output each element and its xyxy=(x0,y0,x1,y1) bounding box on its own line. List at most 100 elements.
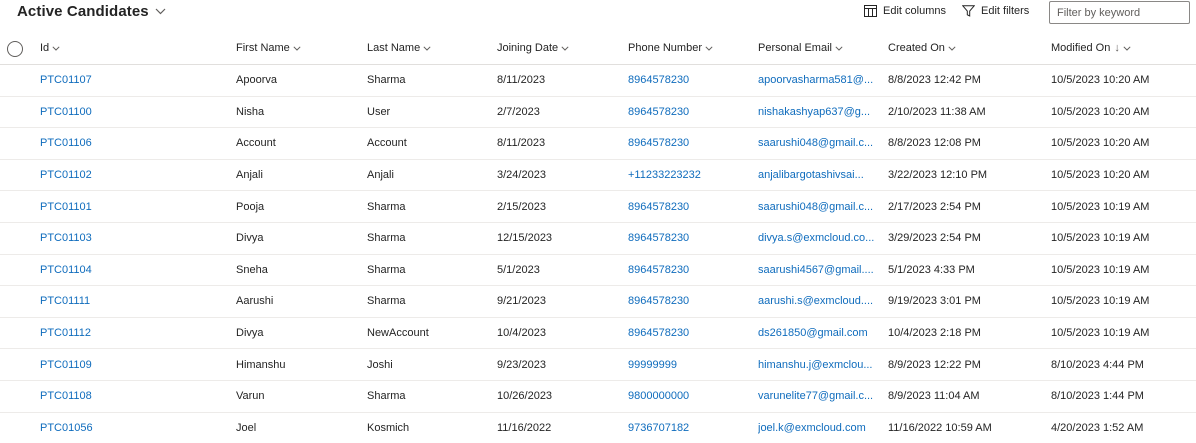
cell-email-link[interactable]: divya.s@exmcloud.co... xyxy=(758,223,883,254)
filter-funnel-icon xyxy=(962,5,975,17)
cell-email-link[interactable]: joel.k@exmcloud.com xyxy=(758,413,883,443)
cell-id-link[interactable]: PTC01112 xyxy=(40,318,220,349)
cell-id-link[interactable]: PTC01056 xyxy=(40,413,220,443)
cell-last-name: Sharma xyxy=(367,390,406,403)
table-row[interactable]: PTC01056 Joel Kosmich 11/16/2022 9736707182 j… xyxy=(0,413,1196,443)
cell-phone-link[interactable]: 8964578230 xyxy=(628,223,748,254)
table-row[interactable]: PTC01108 Varun Sharma 10/26/2023 9800000000 v… xyxy=(0,381,1196,413)
cell-modified-on: 10/5/2023 10:19 AM xyxy=(1051,232,1150,245)
chevron-down-icon xyxy=(52,45,60,51)
cell-first-name: Nisha xyxy=(236,105,265,118)
cell-joining-date: 10/4/2023 xyxy=(497,327,546,340)
edit-columns-label: Edit columns xyxy=(883,5,946,17)
column-header-label: Last Name xyxy=(367,42,421,54)
cell-first-name: Anjali xyxy=(236,169,263,182)
cell-email-link[interactable]: varunelite77@gmail.c... xyxy=(758,381,883,412)
cell-id-link[interactable]: PTC01103 xyxy=(40,223,220,254)
column-header-created-on[interactable]: Created On xyxy=(888,32,1043,64)
cell-last-name: Sharma xyxy=(367,200,406,213)
table-row[interactable]: PTC01112 Divya NewAccount 10/4/2023 89645782… xyxy=(0,318,1196,350)
column-header-label: Created On xyxy=(888,42,945,54)
cell-id-link[interactable]: PTC01107 xyxy=(40,65,220,96)
cell-created-on: 8/8/2023 12:08 PM xyxy=(888,137,981,150)
column-header-first-name[interactable]: First Name xyxy=(236,32,356,64)
cell-first-name: Joel xyxy=(236,421,257,434)
table-columns-icon xyxy=(864,5,877,17)
cell-id-link[interactable]: PTC01111 xyxy=(40,286,220,317)
cell-created-on: 9/19/2023 3:01 PM xyxy=(888,295,981,308)
cell-phone-link[interactable]: 8964578230 xyxy=(628,255,748,286)
cell-email-link[interactable]: saarushi048@gmail.c... xyxy=(758,128,883,159)
cell-joining-date: 11/16/2022 xyxy=(497,421,552,434)
edit-filters-button[interactable]: Edit filters xyxy=(962,5,1029,17)
table-row[interactable]: PTC01107 Apoorva Sharma 8/11/2023 8964578230… xyxy=(0,65,1196,97)
cell-phone-link[interactable]: 8964578230 xyxy=(628,191,748,222)
cell-phone-link[interactable]: +11233223232 xyxy=(628,160,748,191)
cell-id-link[interactable]: PTC01108 xyxy=(40,381,220,412)
cell-first-name: Himanshu xyxy=(236,358,286,371)
table-row[interactable]: PTC01100 Nisha User 2/7/2023 8964578230 nisha… xyxy=(0,97,1196,129)
edit-columns-button[interactable]: Edit columns xyxy=(864,5,946,17)
table-row[interactable]: PTC01102 Anjali Anjali 3/24/2023 +1123322323… xyxy=(0,160,1196,192)
table-row[interactable]: PTC01104 Sneha Sharma 5/1/2023 8964578230 saa… xyxy=(0,255,1196,287)
circle-select-icon[interactable] xyxy=(7,41,23,57)
cell-last-name: Account xyxy=(367,137,407,150)
column-header-modified-on[interactable]: Modified On ↓ xyxy=(1051,32,1191,64)
cell-email-link[interactable]: apoorvasharma581@... xyxy=(758,65,883,96)
chevron-down-icon xyxy=(948,45,956,51)
edit-filters-label: Edit filters xyxy=(981,5,1030,17)
column-header-joining-date[interactable]: Joining Date xyxy=(497,32,617,64)
cell-email-link[interactable]: ds261850@gmail.com xyxy=(758,318,883,349)
cell-id-link[interactable]: PTC01100 xyxy=(40,97,220,128)
cell-phone-link[interactable]: 8964578230 xyxy=(628,318,748,349)
chevron-down-icon xyxy=(835,45,843,51)
cell-id-link[interactable]: PTC01102 xyxy=(40,160,220,191)
column-header-label: Modified On xyxy=(1051,42,1111,54)
cell-first-name: Pooja xyxy=(236,200,265,213)
chevron-down-icon xyxy=(423,45,431,51)
table-row[interactable]: PTC01111 Aarushi Sharma 9/21/2023 8964578230… xyxy=(0,286,1196,318)
table-row[interactable]: PTC01103 Divya Sharma 12/15/2023 8964578230 d… xyxy=(0,223,1196,255)
cell-phone-link[interactable]: 9736707182 xyxy=(628,413,748,443)
cell-id-link[interactable]: PTC01101 xyxy=(40,191,220,222)
table-row[interactable]: PTC01101 Pooja Sharma 2/15/2023 8964578230 sa… xyxy=(0,191,1196,223)
cell-id-link[interactable]: PTC01106 xyxy=(40,128,220,159)
cell-id-link[interactable]: PTC01104 xyxy=(40,255,220,286)
column-header-email[interactable]: Personal Email xyxy=(758,32,883,64)
grid-body: PTC01107 Apoorva Sharma 8/11/2023 8964578230… xyxy=(0,65,1196,443)
cell-modified-on: 4/20/2023 1:52 AM xyxy=(1051,421,1144,434)
cell-modified-on: 8/10/2023 1:44 PM xyxy=(1051,390,1144,403)
cell-joining-date: 3/24/2023 xyxy=(497,169,546,182)
column-header-last-name[interactable]: Last Name xyxy=(367,32,487,64)
cell-email-link[interactable]: anjalibargotashivsai... xyxy=(758,160,883,191)
cell-last-name: Anjali xyxy=(367,169,394,182)
table-row[interactable]: PTC01109 Himanshu Joshi 9/23/2023 99999999 hi… xyxy=(0,349,1196,381)
column-header-id[interactable]: Id xyxy=(40,32,220,64)
cell-created-on: 5/1/2023 4:33 PM xyxy=(888,263,975,276)
cell-created-on: 2/10/2023 11:38 AM xyxy=(888,105,986,118)
cell-modified-on: 10/5/2023 10:19 AM xyxy=(1051,295,1150,308)
cell-email-link[interactable]: himanshu.j@exmclou... xyxy=(758,349,883,380)
filter-keyword-input[interactable] xyxy=(1050,2,1189,23)
cell-phone-link[interactable]: 99999999 xyxy=(628,349,748,380)
cell-created-on: 2/17/2023 2:54 PM xyxy=(888,200,981,213)
cell-phone-link[interactable]: 8964578230 xyxy=(628,97,748,128)
cell-phone-link[interactable]: 8964578230 xyxy=(628,128,748,159)
cell-id-link[interactable]: PTC01109 xyxy=(40,349,220,380)
cell-email-link[interactable]: nishakashyap637@g... xyxy=(758,97,883,128)
cell-email-link[interactable]: saarushi4567@gmail.... xyxy=(758,255,883,286)
view-selector[interactable]: Active Candidates xyxy=(17,3,166,20)
table-row[interactable]: PTC01106 Account Account 8/11/2023 896457823… xyxy=(0,128,1196,160)
cell-email-link[interactable]: saarushi048@gmail.c... xyxy=(758,191,883,222)
cell-phone-link[interactable]: 9800000000 xyxy=(628,381,748,412)
cell-phone-link[interactable]: 8964578230 xyxy=(628,65,748,96)
cell-email-link[interactable]: aarushi.s@exmcloud.... xyxy=(758,286,883,317)
cell-modified-on: 10/5/2023 10:19 AM xyxy=(1051,327,1150,340)
cell-joining-date: 5/1/2023 xyxy=(497,263,540,276)
cell-last-name: User xyxy=(367,105,391,118)
column-header-phone[interactable]: Phone Number xyxy=(628,32,748,64)
cell-phone-link[interactable]: 8964578230 xyxy=(628,286,748,317)
cell-joining-date: 9/23/2023 xyxy=(497,358,546,371)
cell-first-name: Aarushi xyxy=(236,295,274,308)
cell-first-name: Account xyxy=(236,137,276,150)
